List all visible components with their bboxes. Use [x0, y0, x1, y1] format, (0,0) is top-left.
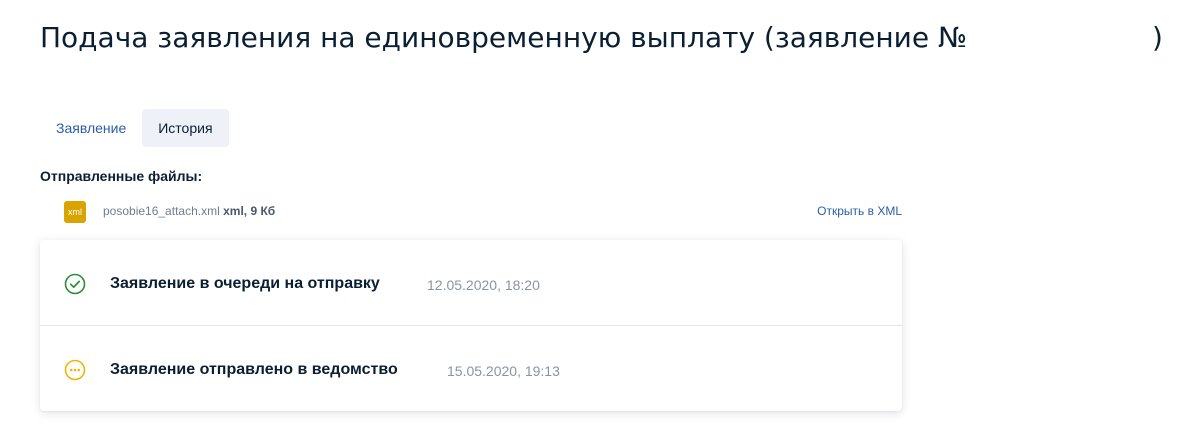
tab-history[interactable]: История: [142, 109, 229, 147]
status-date: 15.05.2020, 19:13: [447, 363, 560, 379]
file-name: posobie16_attach.xml xml, 9 Кб: [103, 204, 275, 218]
tabs: Заявление История: [40, 109, 229, 147]
page-title: Подача заявления на единовременную выпла…: [40, 14, 1180, 62]
page-title-close: ): [1152, 21, 1163, 54]
pending-circle-icon: [64, 359, 86, 381]
status-date: 12.05.2020, 18:20: [427, 277, 540, 293]
file-name-text: posobie16_attach.xml: [103, 204, 220, 218]
file-row: xml posobie16_attach.xml xml, 9 Кб Откры…: [64, 201, 904, 225]
sent-files-heading: Отправленные файлы:: [40, 168, 203, 184]
open-xml-link[interactable]: Открыть в XML: [817, 204, 902, 218]
status-item: Заявление отправлено в ведомство 15.05.2…: [40, 326, 902, 411]
xml-file-icon: xml: [64, 201, 86, 223]
status-history-card: Заявление в очереди на отправку 12.05.20…: [40, 240, 902, 411]
status-label: Заявление отправлено в ведомство: [110, 361, 398, 378]
check-circle-icon: [64, 273, 86, 295]
status-label: Заявление в очереди на отправку: [110, 275, 380, 292]
tab-application[interactable]: Заявление: [40, 109, 142, 147]
page-title-text: Подача заявления на единовременную выпла…: [40, 21, 968, 54]
file-meta: xml, 9 Кб: [223, 204, 276, 218]
status-item: Заявление в очереди на отправку 12.05.20…: [40, 240, 902, 326]
